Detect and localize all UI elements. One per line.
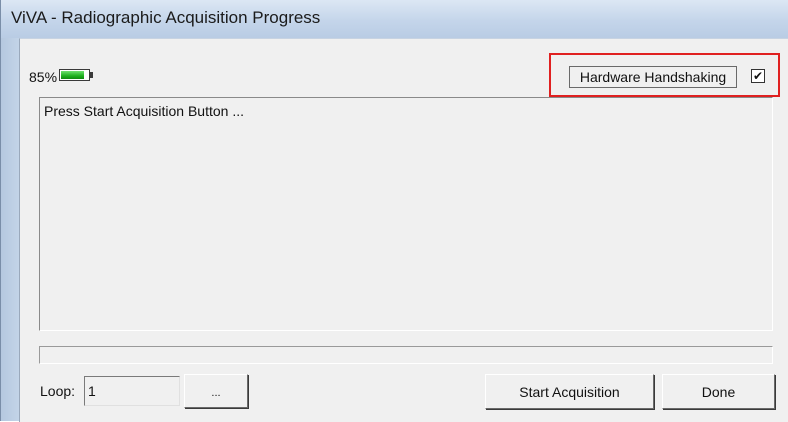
loop-label: Loop:	[40, 383, 76, 399]
battery-icon	[59, 69, 93, 81]
window-left-border	[1, 38, 19, 421]
battery-percent-text: 85%	[29, 69, 58, 85]
hardware-handshaking-label: Hardware Handshaking	[569, 66, 737, 88]
acquisition-progress-window: ViVA - Radiographic Acquisition Progress…	[0, 0, 788, 422]
battery-tip	[90, 72, 93, 78]
acquisition-progress-bar	[39, 346, 773, 364]
window-title: ViVA - Radiographic Acquisition Progress	[11, 8, 321, 27]
acquisition-log-area: Press Start Acquisition Button ...	[39, 97, 773, 331]
dialog-client-area: 85% Hardware Handshaking ✔ Press Start A…	[19, 38, 788, 422]
done-button[interactable]: Done	[662, 374, 775, 409]
battery-level-fill	[61, 71, 84, 79]
start-acquisition-button[interactable]: Start Acquisition	[485, 374, 654, 409]
loop-browse-button[interactable]: ...	[184, 374, 248, 408]
title-bar[interactable]: ViVA - Radiographic Acquisition Progress	[1, 0, 788, 38]
log-message: Press Start Acquisition Button ...	[44, 103, 244, 119]
hardware-handshaking-checkbox[interactable]: ✔	[751, 69, 765, 83]
loop-count-input[interactable]	[84, 376, 180, 406]
